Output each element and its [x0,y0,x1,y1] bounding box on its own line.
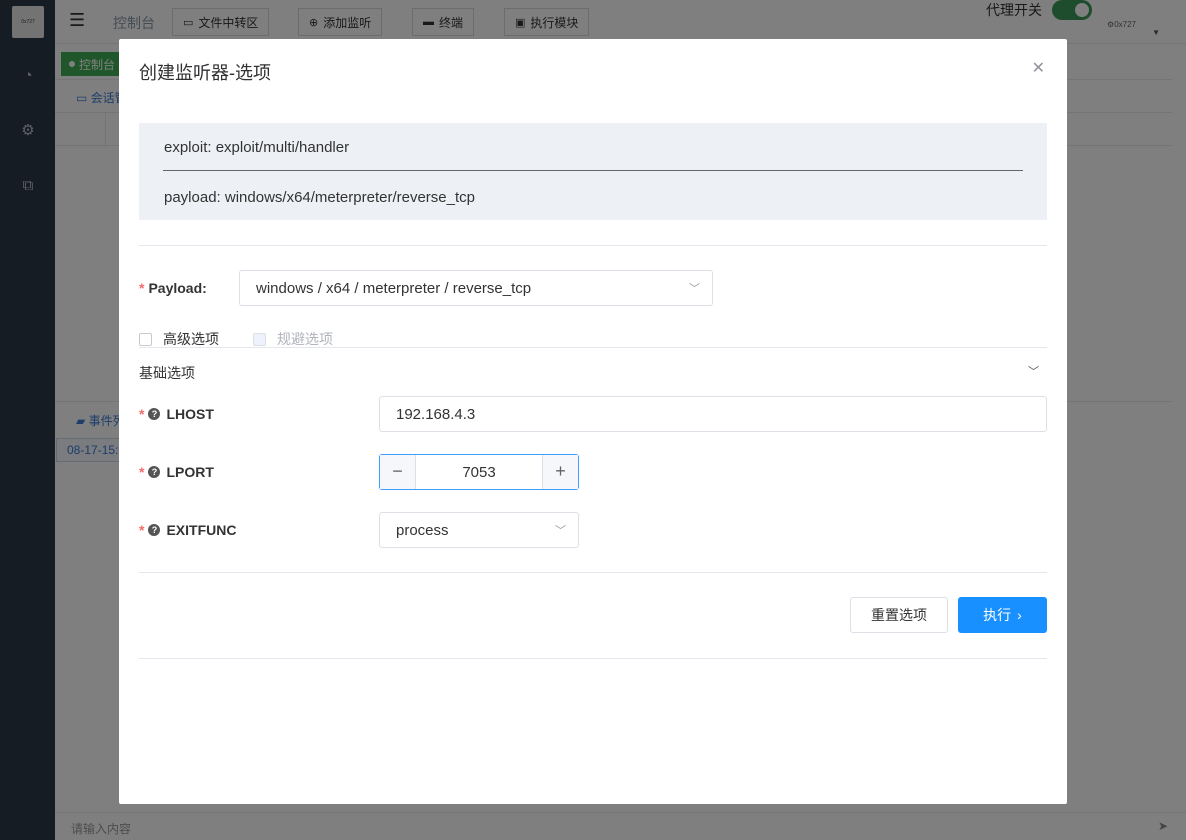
payload-select[interactable]: windows / x64 / meterpreter / reverse_tc… [239,270,713,306]
chevron-down-icon: ﹀ [555,525,566,537]
chevron-down-icon[interactable]: ﹀ [1028,363,1039,379]
exploit-info: exploit: exploit/multi/handler [164,139,350,156]
evasion-options-label: 规避选项 [277,331,333,347]
advanced-options-checkbox[interactable] [139,332,152,346]
divider [139,245,1047,246]
evasion-options-checkbox [253,332,266,346]
help-icon[interactable]: ? [148,466,161,478]
increment-button[interactable]: + [542,455,578,489]
decrement-button[interactable]: − [380,455,416,489]
divider [139,572,1047,573]
exitfunc-select[interactable]: process ﹀ [379,512,579,548]
option-checkboxes: 高级选项 规避选项 [139,329,367,349]
chevron-down-icon: ﹀ [689,283,700,295]
exitfunc-label: *? EXITFUNC [139,522,237,538]
lport-stepper[interactable]: − 7053 + [379,454,579,490]
divider [139,658,1047,659]
close-icon[interactable]: ✕ [1032,58,1045,78]
lhost-label: *? LHOST [139,406,214,422]
divider [163,170,1023,171]
dialog-title: 创建监听器-选项 [139,63,271,83]
chevron-right-icon: › [1017,607,1022,623]
create-listener-dialog: 创建监听器-选项 ✕ exploit: exploit/multi/handle… [119,39,1067,804]
help-icon[interactable]: ? [148,408,161,420]
execute-button[interactable]: 执行 › [958,597,1047,633]
lport-label: *? LPORT [139,464,214,480]
divider [139,347,1047,348]
reset-options-button[interactable]: 重置选项 [850,597,948,633]
payload-info: payload: windows/x64/meterpreter/reverse… [164,189,475,206]
lhost-input[interactable]: 192.168.4.3 [379,396,1047,432]
lport-input[interactable]: 7053 [416,464,542,481]
module-info-box: exploit: exploit/multi/handler payload: … [139,123,1047,220]
basic-options-header[interactable]: 基础选项 [139,363,195,383]
payload-label: * Payload: [139,280,207,296]
advanced-options-label[interactable]: 高级选项 [163,329,219,349]
help-icon[interactable]: ? [148,524,161,536]
